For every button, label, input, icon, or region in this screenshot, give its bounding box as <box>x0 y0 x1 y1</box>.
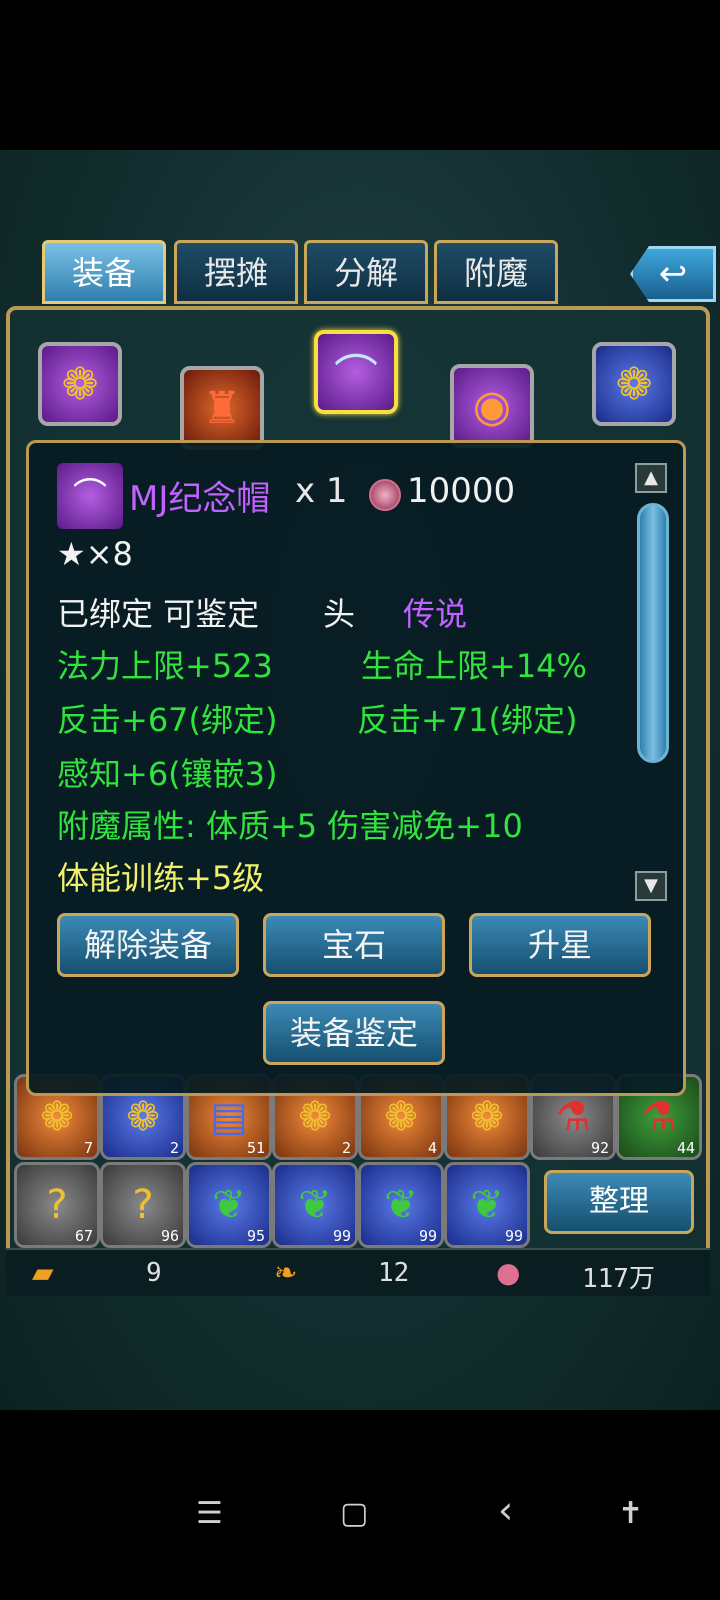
book-icon: ▤ <box>210 1094 248 1140</box>
necklace-icon: ❁ <box>126 1094 160 1140</box>
item-count: 7 <box>83 1139 93 1157</box>
necklace-icon: ❁ <box>470 1094 504 1140</box>
tab-stall[interactable]: 摆摊 <box>174 240 298 304</box>
attribute-line: 生命上限+14% <box>361 647 587 685</box>
currency-bar: ▰ 9 ❧ 12 ● 117万 <box>6 1248 710 1296</box>
tab-enchant[interactable]: 附魔 <box>434 240 558 304</box>
gold-bar-icon: ▰ <box>32 1256 54 1289</box>
equip-slot-head[interactable]: ⌒ <box>314 330 398 414</box>
inventory-slot[interactable]: ❦ 99 <box>444 1162 530 1248</box>
item-count: 67 <box>74 1227 93 1245</box>
item-count: 95 <box>246 1227 265 1245</box>
herb-icon: ❦ <box>298 1182 332 1228</box>
enchant-attribute: 附魔属性: 体质+5 伤害减免+10 <box>57 807 523 845</box>
item-count: 99 <box>332 1227 351 1245</box>
scroll-up-button[interactable]: ▲ <box>635 463 667 493</box>
menu-icon[interactable]: ☰ <box>196 1496 223 1531</box>
item-count: 99 <box>504 1227 523 1245</box>
attribute-line: 法力上限+523 <box>57 647 273 685</box>
item-count: 4 <box>427 1139 437 1157</box>
tab-equipment[interactable]: 装备 <box>42 240 166 304</box>
item-count: 51 <box>246 1139 265 1157</box>
item-count: 2 <box>341 1139 351 1157</box>
necklace-icon: ❁ <box>615 358 653 410</box>
scroll-thumb[interactable] <box>637 503 669 763</box>
inventory-slot[interactable]: ❦ 95 <box>186 1162 272 1248</box>
gold-amount: 9 <box>146 1258 162 1288</box>
item-count: 99 <box>418 1227 437 1245</box>
item-count: 2 <box>169 1139 179 1157</box>
inventory-slot[interactable]: ❦ 99 <box>272 1162 358 1248</box>
equip-slot-armor[interactable]: ♜ <box>180 366 264 450</box>
item-name: MJ纪念帽 <box>129 479 271 519</box>
hat-icon: ⌒ <box>334 351 378 402</box>
necklace-icon: ❁ <box>61 358 99 410</box>
training-level: 体能训练+5级 <box>57 859 265 897</box>
leaf-icon: ❧ <box>274 1256 298 1289</box>
equip-slot-necklace-right[interactable]: ❁ <box>592 342 676 426</box>
sort-button[interactable]: 整理 <box>544 1170 694 1234</box>
equip-slot-necklace-left[interactable]: ❁ <box>38 342 122 426</box>
potion-icon: ⚗ <box>641 1094 677 1140</box>
star-level: ★×8 <box>57 535 133 573</box>
unequip-button[interactable]: 解除装备 <box>57 913 239 977</box>
necklace-icon: ❁ <box>384 1094 418 1140</box>
attribute-line: 反击+67(绑定) <box>57 701 278 739</box>
item-quantity: x 1 <box>295 471 348 511</box>
potion-icon: ⚗ <box>555 1094 591 1140</box>
item-count: 92 <box>590 1139 609 1157</box>
leaf-amount: 12 <box>378 1258 410 1288</box>
equip-slot-bowl[interactable]: ◉ <box>450 364 534 448</box>
gem-button[interactable]: 宝石 <box>263 913 445 977</box>
necklace-icon: ❁ <box>40 1094 74 1140</box>
star-up-button[interactable]: 升星 <box>469 913 651 977</box>
necklace-icon: ❁ <box>298 1094 332 1140</box>
item-count: 96 <box>160 1227 179 1245</box>
attribute-line: 反击+71(绑定) <box>357 701 578 739</box>
scrollbar[interactable]: ▲ ▼ <box>635 463 671 903</box>
bind-status: 已绑定 可鉴定 <box>57 595 260 633</box>
coin-icon: ● <box>496 1256 521 1289</box>
accessibility-icon[interactable]: ✝ <box>618 1496 643 1531</box>
coin-icon <box>369 479 401 511</box>
tab-decompose[interactable]: 分解 <box>304 240 428 304</box>
herb-icon: ❦ <box>384 1182 418 1228</box>
item-rarity: 传说 <box>403 595 468 633</box>
back-button[interactable]: ↩ <box>630 246 716 302</box>
question-mark-icon: ? <box>132 1182 154 1228</box>
attribute-line: 感知+6(镶嵌3) <box>57 755 278 793</box>
armor-icon: ♜ <box>202 382 242 434</box>
herb-icon: ❦ <box>212 1182 246 1228</box>
question-mark-icon: ? <box>46 1182 68 1228</box>
back-icon[interactable]: ‹ <box>498 1488 513 1532</box>
item-detail-popup: ⌒ MJ纪念帽 x 1 10000 ★×8 已绑定 可鉴定 头 传说 法力上限+… <box>26 440 686 1096</box>
inventory-slot[interactable]: ? 67 <box>14 1162 100 1248</box>
system-navigation-bar: ☰ ▢ ‹ ✝ <box>0 1480 720 1560</box>
inventory-slot[interactable]: ? 96 <box>100 1162 186 1248</box>
herb-icon: ❦ <box>470 1182 504 1228</box>
home-icon[interactable]: ▢ <box>340 1496 368 1531</box>
identify-button[interactable]: 装备鉴定 <box>263 1001 445 1065</box>
scroll-down-button[interactable]: ▼ <box>635 871 667 901</box>
inventory-slot[interactable]: ❦ 99 <box>358 1162 444 1248</box>
item-count: 44 <box>676 1139 695 1157</box>
item-slot-type: 头 <box>323 595 356 633</box>
coin-amount: 117万 <box>582 1264 655 1294</box>
item-price: 10000 <box>407 471 516 511</box>
hat-icon: ⌒ <box>57 463 123 529</box>
bowl-icon: ◉ <box>472 380 512 432</box>
